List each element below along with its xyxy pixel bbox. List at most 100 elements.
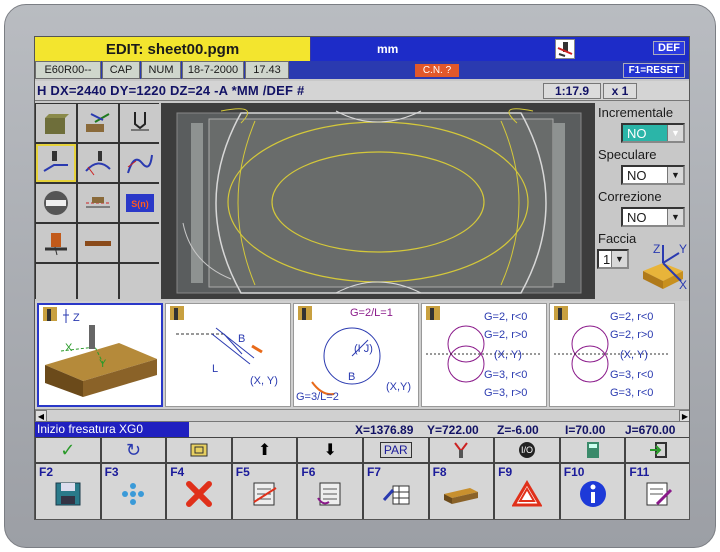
empty-tool-slot-2[interactable] [36, 264, 76, 302]
card-plunge[interactable]: Z X Y [37, 303, 163, 407]
exit-button[interactable] [625, 437, 689, 463]
par-button[interactable]: PAR [362, 437, 429, 463]
notes-icon [646, 482, 673, 506]
f8-panel-button[interactable]: F8 [428, 463, 495, 519]
card-linear-b: B [238, 333, 245, 345]
incrementale-select[interactable]: NO ▼ [621, 123, 685, 143]
options-panel: Incrementale NO ▼ Speculare NO ▼ Correzi… [595, 103, 689, 299]
coord-y: Y=722.00 [427, 423, 479, 437]
card-plunge-z: Z [73, 312, 80, 324]
cards-scrollbar[interactable]: ◀ ▶ [35, 409, 689, 422]
f3-insert-button[interactable]: F3 [100, 463, 167, 519]
correzione-select[interactable]: NO ▼ [621, 207, 685, 227]
chevron-down-icon[interactable]: ▼ [667, 125, 683, 141]
mill-arc-tool[interactable] [78, 144, 118, 182]
tool-icon [454, 442, 469, 458]
f4-delete-button[interactable]: F4 [166, 463, 232, 519]
par-label: PAR [379, 442, 412, 458]
card-r2-l1: G=2, r<0 [610, 311, 653, 323]
f2-save-button[interactable]: F2 [35, 463, 101, 519]
chevron-down-icon[interactable]: ▼ [667, 209, 683, 225]
transform-tool[interactable] [78, 104, 118, 142]
correzione-label: Correzione [598, 189, 662, 204]
status-message: Inizio fresatura XG0 [35, 422, 189, 438]
card-r-l2: G=2, r>0 [484, 329, 527, 341]
function-key-row: F2 F3 F4 F5 F6 F7 F8 F9 F10 F11 [35, 463, 689, 519]
num-box: NUM [141, 61, 181, 79]
coord-x: X=1376.89 [355, 423, 414, 437]
disable-tool[interactable] [36, 184, 76, 222]
offset-tool[interactable] [78, 184, 118, 222]
tool-button[interactable] [428, 437, 495, 463]
calculator-button[interactable] [559, 437, 626, 463]
f6-label: F6 [301, 465, 316, 479]
card-arc-ij: (I J) [354, 343, 373, 355]
subprogram-tool[interactable]: S(n) [120, 184, 160, 222]
card-arc-radius-2[interactable]: G=2, r<0 G=2, r>0 (X, Y) G=3, r<0 G=3, r… [549, 303, 675, 407]
tool-palette: S(n) [35, 103, 160, 302]
card-arc-radius[interactable]: G=2, r<0 G=2, r>0 (X, Y) G=3, r<0 G=3, r… [421, 303, 547, 407]
status-boxes-row: E60R00-- CAP NUM 18-7-2000 17.43 [35, 61, 689, 79]
faccia-value: 1 [603, 251, 611, 267]
faccia-select[interactable]: 1 ▼ [597, 249, 629, 269]
date-box: 18-7-2000 [182, 61, 244, 79]
operation-cards: Z X Y B L (X, Y) G=2/L=1 (I J) B (X,Y) G… [35, 301, 689, 409]
groove-tool[interactable] [78, 224, 118, 262]
axis-y-label: Y [679, 242, 687, 256]
card-arc[interactable]: G=2/L=1 (I J) B (X,Y) G=3/L=2 [293, 303, 419, 407]
card-r2-l4: G=3, r<0 [610, 369, 653, 381]
drawing-canvas[interactable] [161, 103, 595, 299]
panel-tool[interactable] [36, 104, 76, 142]
axis-x-label: X [679, 278, 687, 289]
f7-edit-button[interactable]: F7 [362, 463, 429, 519]
def-button[interactable]: DEF [653, 41, 685, 55]
down-button[interactable]: ⬇ [297, 437, 363, 463]
save-icon [55, 482, 81, 506]
coord-j: J=670.00 [625, 423, 676, 437]
modify-icon[interactable] [555, 39, 575, 59]
caps-box: CAP [102, 61, 140, 79]
mill-curve-tool[interactable] [120, 144, 160, 182]
card-linear[interactable]: B L (X, Y) [165, 303, 291, 407]
chevron-down-icon[interactable]: ▼ [667, 167, 683, 183]
coord-i: I=70.00 [565, 423, 606, 437]
speculare-select[interactable]: NO ▼ [621, 165, 685, 185]
command-line[interactable]: H DX=2440 DY=1220 DZ=24 -A *MM /DEF # [37, 83, 304, 98]
refresh-button[interactable]: ↻ [100, 437, 167, 463]
page-button[interactable] [166, 437, 232, 463]
empty-tool-slot-3[interactable] [78, 264, 118, 302]
io-label: I/O [518, 442, 535, 458]
edit-table-icon [382, 485, 410, 505]
card-r-l5: G=3, r>0 [484, 387, 527, 399]
f1-reset-button[interactable]: F1=RESET [623, 63, 685, 78]
empty-tool-slot-4[interactable] [120, 264, 160, 302]
f11-notes-button[interactable]: F11 [625, 463, 689, 519]
up-button[interactable]: ⬆ [231, 437, 298, 463]
drill-tool[interactable] [120, 104, 160, 142]
info-icon [579, 481, 606, 508]
f5-cut-button[interactable]: F5 [231, 463, 298, 519]
f9-warning-button[interactable]: F9 [494, 463, 560, 519]
units-label: mm [377, 42, 399, 56]
chevron-down-icon[interactable]: ▼ [611, 251, 627, 267]
cn-status-badge: C.N. ? [415, 64, 459, 77]
title-row: EDIT: sheet00.pgm mm DEF [35, 37, 689, 61]
empty-tool-slot-1[interactable] [120, 224, 160, 262]
f6-paste-button[interactable]: F6 [297, 463, 363, 519]
f8-label: F8 [432, 465, 447, 479]
softkey-icon-row: ✓ ↻ ⬆ ⬇ PAR I/O [35, 437, 689, 463]
panel-icon [444, 488, 479, 505]
speculare-value: NO [627, 167, 647, 183]
check-button[interactable]: ✓ [35, 437, 101, 463]
multiplier-box: x 1 [603, 83, 637, 99]
card-arc-top: G=2/L=1 [350, 307, 393, 319]
warning-icon [511, 480, 542, 507]
f10-info-button[interactable]: F10 [559, 463, 626, 519]
card-r-l3: (X, Y) [494, 349, 522, 361]
incrementale-value: NO [627, 125, 647, 141]
mill-line-tool[interactable] [36, 144, 76, 182]
card-r-l4: G=3, r<0 [484, 369, 527, 381]
cut-tool[interactable] [36, 224, 76, 262]
card-arc-xy: (X,Y) [386, 381, 411, 393]
io-button[interactable]: I/O [494, 437, 560, 463]
